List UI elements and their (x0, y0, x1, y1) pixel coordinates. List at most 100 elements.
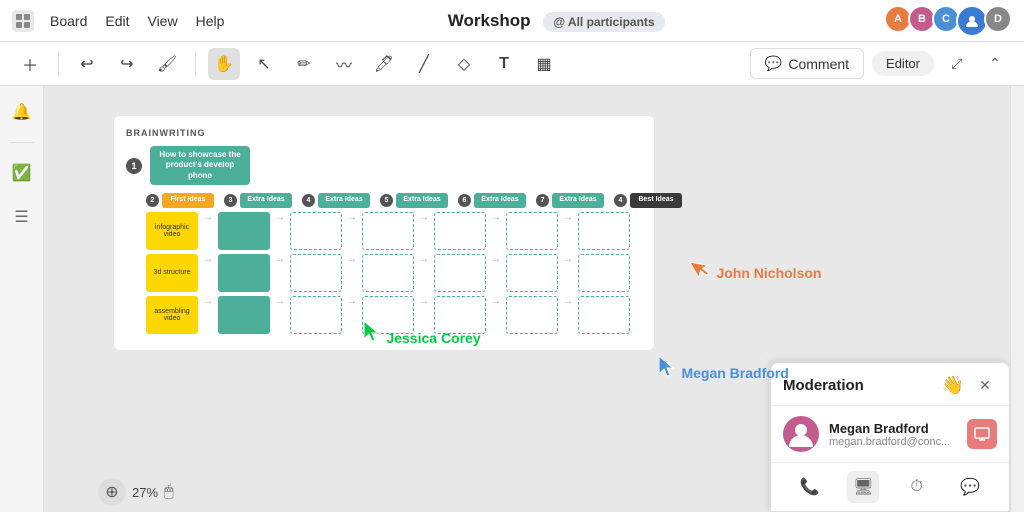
add-button[interactable]: ＋ (14, 48, 46, 80)
workshop-title: Workshop @ All participants (240, 11, 872, 31)
row-1: infographic video → → → → → → (126, 212, 642, 250)
main-area: 🔔 ✅ ☰ BRAINWRITING 1 How to showcase the… (0, 86, 1024, 512)
col7-circle: 7 (536, 194, 549, 207)
moderation-actions: 👋 ✕ (941, 373, 997, 397)
cell-1-5 (434, 212, 486, 250)
col-extra4: Extra Ideas (474, 193, 526, 207)
participants-badge: @ All participants (543, 12, 664, 32)
mod-user-name: Megan Bradford (829, 421, 957, 436)
menu-edit[interactable]: Edit (105, 13, 129, 29)
cursor-jessica: Jessica Corey (364, 321, 481, 348)
brush-tool-button[interactable]: 🖊 (368, 48, 400, 80)
col4-circle: 4 (302, 194, 315, 207)
col8-circle: 4 (614, 194, 627, 207)
headers-row: 2 First Ideas 3 Extra Ideas 4 Extra Idea… (126, 193, 642, 207)
cell-2-6 (506, 254, 558, 292)
screen-share-icon[interactable]: 🖥 (847, 471, 879, 503)
bottom-zoom: ⊕ 27% 🖱 (98, 478, 174, 506)
list-icon[interactable]: ☰ (8, 203, 36, 231)
hand-tool-button[interactable]: ✋ (208, 48, 240, 80)
moderation-title: Moderation (783, 377, 864, 394)
step1-circle: 1 (126, 158, 142, 174)
col3-circle: 3 (224, 194, 237, 207)
cell-1-1: infographic video (146, 212, 198, 250)
cell-3-6 (506, 296, 558, 334)
col2-circle: 2 (146, 194, 159, 207)
cursor-john-label: John Nicholson (716, 265, 821, 281)
app-icon (12, 10, 34, 32)
cursor-megan: Megan Bradford (659, 356, 789, 383)
comment-button[interactable]: 💬 Comment (750, 48, 864, 79)
toolbar: ＋ ↩ ↪ 🖌 ✋ ↖ ✏ 〰 🖊 ╱ ◇ T ▦ 💬 Comment Edit… (0, 42, 1024, 86)
cell-1-4 (362, 212, 414, 250)
menu-help[interactable]: Help (196, 13, 225, 29)
menu-items: Board Edit View Help (50, 13, 224, 29)
mod-user-avatar (783, 416, 819, 452)
col-extra2: Extra Ideas (318, 193, 370, 207)
zoom-in-button[interactable]: ⊕ (98, 478, 126, 506)
collapse-button[interactable]: ⌃ (980, 49, 1010, 79)
cursor-jessica-label: Jessica Corey (386, 330, 480, 346)
cell-2-3 (290, 254, 342, 292)
step1-row: 1 How to showcase the product's develop … (126, 146, 642, 185)
cell-2-2 (218, 254, 270, 292)
check-circle-icon[interactable]: ✅ (8, 159, 36, 187)
col5-circle: 5 (380, 194, 393, 207)
cell-2-5 (434, 254, 486, 292)
cell-3-1: assembling video (146, 296, 198, 334)
zoom-value: 27% (132, 485, 158, 500)
avatar-group: A B C D (888, 5, 1012, 37)
brainwriting-board: BRAINWRITING 1 How to showcase the produ… (114, 116, 654, 350)
hand-icon: 👋 (941, 373, 965, 397)
lasso-tool-button[interactable]: 〰 (328, 48, 360, 80)
right-panel (1010, 86, 1024, 512)
mod-screen-button[interactable] (967, 419, 997, 449)
cell-2-7 (578, 254, 630, 292)
zoom-cursor-icon: 🖱 (164, 483, 174, 501)
pen-tool-button[interactable]: ✏ (288, 48, 320, 80)
moderation-panel: Moderation 👋 ✕ Megan Bradford megan.brad… (770, 362, 1010, 512)
sidebar-divider (10, 142, 34, 143)
cell-2-4 (362, 254, 414, 292)
canvas[interactable]: BRAINWRITING 1 How to showcase the produ… (44, 86, 1010, 512)
line-tool-button[interactable]: ╱ (408, 48, 440, 80)
menu-board[interactable]: Board (50, 13, 87, 29)
divider-2 (195, 52, 196, 76)
redo-button[interactable]: ↪ (111, 48, 143, 80)
expand-button[interactable]: ⤢ (942, 49, 972, 79)
menu-view[interactable]: View (147, 13, 177, 29)
left-sidebar: 🔔 ✅ ☰ (0, 86, 44, 512)
step1-card: How to showcase the product's develop ph… (150, 146, 250, 185)
moderation-toolbar: 📞 🖥 ⏱ 💬 (771, 462, 1009, 511)
phone-icon[interactable]: 📞 (794, 471, 826, 503)
timer-icon[interactable]: ⏱ (901, 471, 933, 503)
bell-icon[interactable]: 🔔 (8, 98, 36, 126)
text-tool-button[interactable]: T (488, 48, 520, 80)
board-label: BRAINWRITING (126, 128, 642, 138)
cursor-tool-button[interactable]: ↖ (248, 48, 280, 80)
comment-icon: 💬 (765, 55, 782, 72)
cell-3-2 (218, 296, 270, 334)
cell-3-3 (290, 296, 342, 334)
cell-1-6 (506, 212, 558, 250)
cell-3-7 (578, 296, 630, 334)
cell-1-3 (290, 212, 342, 250)
editor-button[interactable]: Editor (872, 51, 934, 76)
cell-2-1: 3d structure (146, 254, 198, 292)
row-2: 3d structure → → → → → → (126, 254, 642, 292)
table-tool-button[interactable]: ▦ (528, 48, 560, 80)
col-extra1: Extra Ideas (240, 193, 292, 207)
shape-tool-button[interactable]: ◇ (448, 48, 480, 80)
mod-user-email: megan.bradford@conc... (829, 436, 957, 448)
close-moderation-button[interactable]: ✕ (973, 373, 997, 397)
col-first-ideas: First Ideas (162, 193, 214, 207)
avatar-5: D (984, 5, 1012, 33)
moderation-header: Moderation 👋 ✕ (771, 363, 1009, 406)
format-brush-button[interactable]: 🖌 (151, 48, 183, 80)
chat-icon[interactable]: 💬 (954, 471, 986, 503)
col6-circle: 6 (458, 194, 471, 207)
cell-1-2 (218, 212, 270, 250)
divider-1 (58, 52, 59, 76)
undo-button[interactable]: ↩ (71, 48, 103, 80)
cursor-megan-label: Megan Bradford (681, 365, 788, 381)
